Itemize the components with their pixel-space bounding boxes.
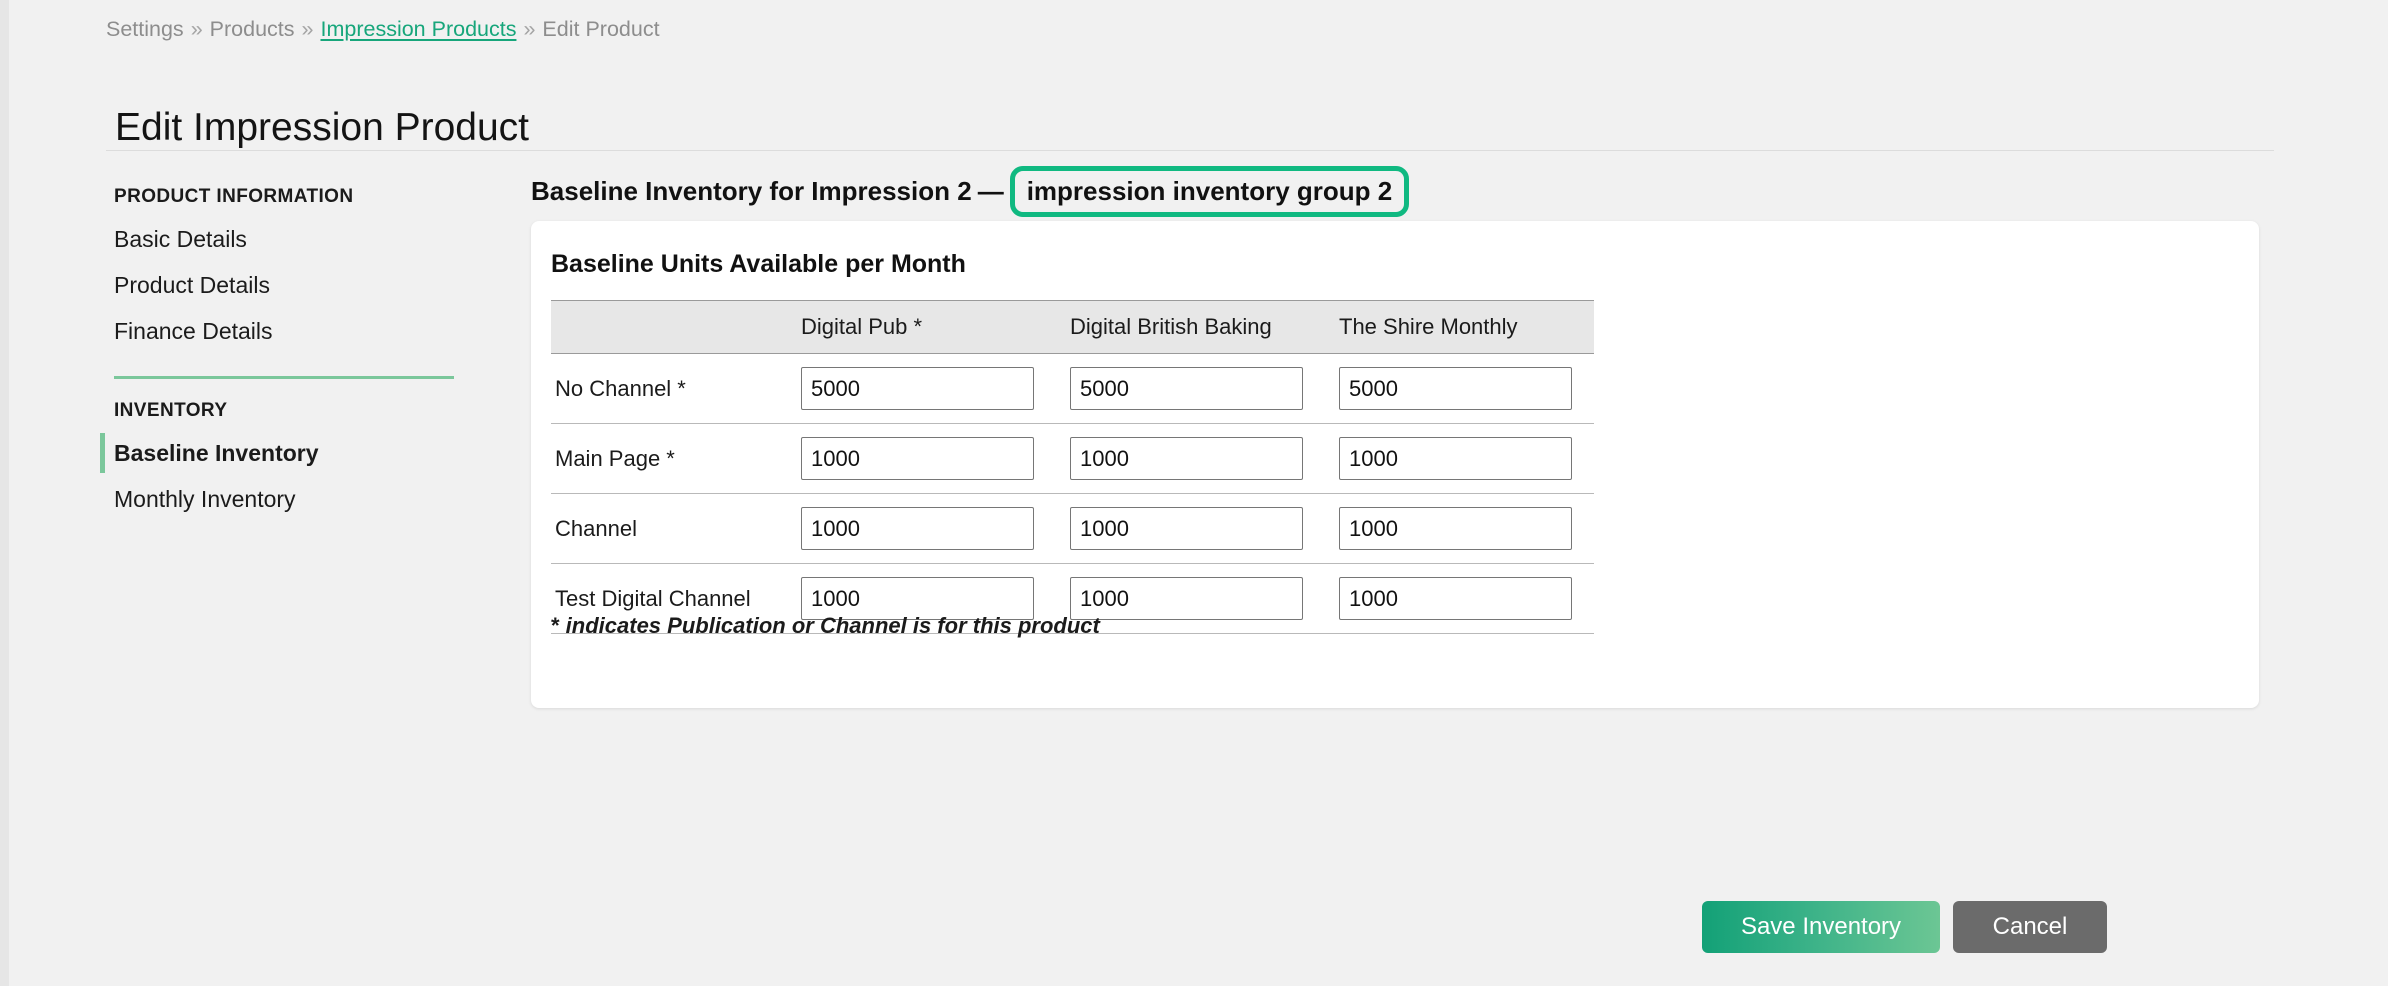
table-row: No Channel * <box>551 353 1594 424</box>
table-header-row: Digital Pub * Digital British Baking The S… <box>551 300 1594 354</box>
units-input[interactable] <box>801 437 1034 480</box>
table-row-label: Channel <box>551 493 787 564</box>
sidebar-item-basic-details[interactable]: Basic Details <box>114 216 451 262</box>
sidebar-item-finance-details[interactable]: Finance Details <box>114 308 451 354</box>
units-input[interactable] <box>1070 507 1303 550</box>
table-cell <box>787 493 1056 564</box>
units-input[interactable] <box>1339 577 1572 620</box>
panel-heading-prefix: Baseline Inventory for Impression 2 <box>531 176 972 206</box>
units-input[interactable] <box>801 507 1034 550</box>
sidebar-group-label: INVENTORY <box>114 400 228 421</box>
table-footnote: * indicates Publication or Channel is fo… <box>551 612 1100 640</box>
table-row: Channel <box>551 493 1594 564</box>
sidebar-group-label: PRODUCT INFORMATION <box>114 186 354 207</box>
table-row-label: No Channel * <box>551 353 787 424</box>
table-cell <box>1056 353 1325 424</box>
units-input[interactable] <box>1070 437 1303 480</box>
table-cell <box>1325 563 1594 634</box>
table-body: No Channel *Main Page *ChannelTest Digit… <box>551 353 1594 634</box>
table-header-cell: The Shire Monthly <box>1325 300 1594 354</box>
table-cell <box>1056 493 1325 564</box>
sidebar-divider <box>114 376 454 379</box>
table-row: Main Page * <box>551 423 1594 494</box>
table-header-cell: Digital Pub * <box>787 300 1056 354</box>
breadcrumb-item-settings: Settings <box>106 17 184 41</box>
breadcrumb-item-edit-product: Edit Product <box>542 17 660 41</box>
table-cell <box>787 423 1056 494</box>
panel-heading: Baseline Inventory for Impression 2 — im… <box>531 165 1410 217</box>
baseline-inventory-card: Baseline Units Available per Month Digit… <box>531 221 2259 708</box>
breadcrumb-separator: » <box>190 17 203 41</box>
units-input[interactable] <box>801 367 1034 410</box>
save-inventory-button[interactable]: Save Inventory <box>1702 901 1940 953</box>
page-title: Edit Impression Product <box>115 106 530 150</box>
title-divider <box>106 150 2274 151</box>
units-input[interactable] <box>1339 507 1572 550</box>
cancel-button[interactable]: Cancel <box>1953 901 2107 953</box>
panel-heading-dash: — <box>977 176 1004 206</box>
breadcrumb-item-products: Products <box>209 17 295 41</box>
table-head: Digital Pub * Digital British Baking The S… <box>551 300 1594 354</box>
table-cell <box>1056 423 1325 494</box>
card-title: Baseline Units Available per Month <box>551 250 966 278</box>
units-input[interactable] <box>1070 577 1303 620</box>
units-input[interactable] <box>1339 437 1572 480</box>
sidebar-nav: PRODUCT INFORMATION Basic Details Product … <box>100 185 454 522</box>
table-cell <box>1325 423 1594 494</box>
footnote-text: indicates Publication or Channel is for … <box>559 613 1100 638</box>
table-row-label: Main Page * <box>551 423 787 494</box>
breadcrumb: Settings» Products» Impression Products» Ed… <box>106 16 660 42</box>
table-header-cell: Digital British Baking <box>1056 300 1325 354</box>
table-cell <box>787 353 1056 424</box>
form-actions: Save Inventory Cancel <box>1702 901 2107 953</box>
page-root: Settings» Products» Impression Products» Ed… <box>9 0 2388 986</box>
sidebar-item-product-details[interactable]: Product Details <box>114 262 451 308</box>
breadcrumb-separator: » <box>523 17 536 41</box>
table-header-cell-rowlabel <box>551 300 787 354</box>
breadcrumb-item-impression-products[interactable]: Impression Products <box>320 17 516 41</box>
footnote-asterisk: * <box>551 613 560 638</box>
inventory-group-badge[interactable]: impression inventory group 2 <box>1009 165 1410 217</box>
table-cell <box>1325 493 1594 564</box>
table-cell <box>1325 353 1594 424</box>
baseline-inventory-table: Digital Pub * Digital British Baking The S… <box>551 300 1594 634</box>
units-input[interactable] <box>1070 367 1303 410</box>
viewport-left-rail <box>0 0 9 986</box>
sidebar-item-monthly-inventory[interactable]: Monthly Inventory <box>114 476 451 522</box>
units-input[interactable] <box>1339 367 1572 410</box>
sidebar-item-baseline-inventory[interactable]: Baseline Inventory <box>100 430 451 476</box>
breadcrumb-separator: » <box>301 17 314 41</box>
